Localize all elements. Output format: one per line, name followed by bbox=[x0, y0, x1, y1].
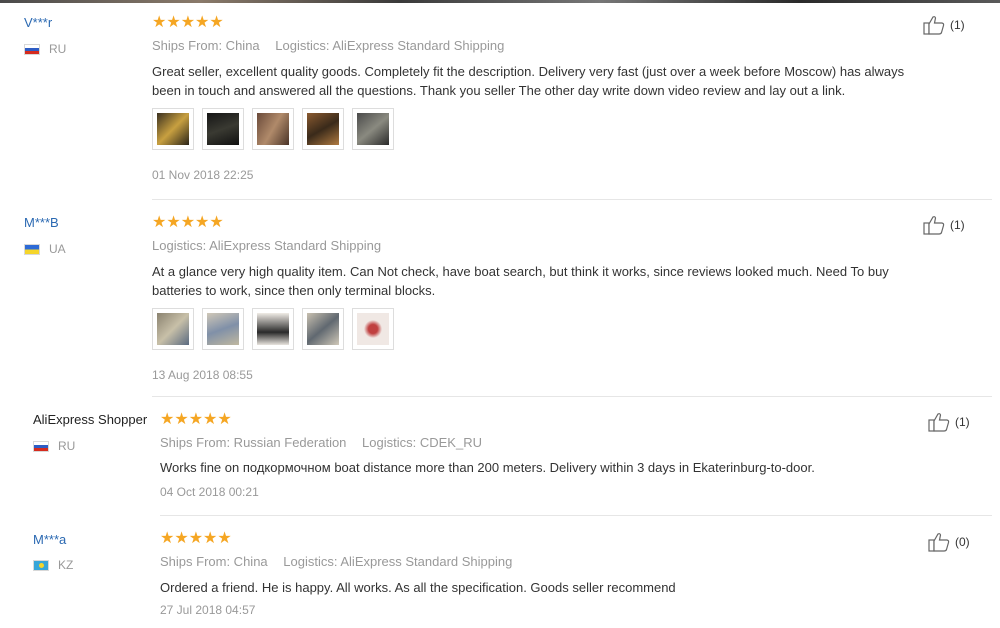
review-text-line: been in touch and answered all the quest… bbox=[152, 83, 846, 98]
review-text-line: Great seller, excellent quality goods. C… bbox=[152, 64, 905, 79]
like-count: (0) bbox=[955, 535, 970, 549]
like-count: (1) bbox=[950, 218, 965, 232]
logistics: Logistics: AliExpress Standard Shipping bbox=[283, 554, 513, 569]
like-button[interactable]: (1) bbox=[923, 215, 965, 235]
review-photo-thumb[interactable] bbox=[152, 108, 194, 150]
review-text: Great seller, excellent quality goods. C… bbox=[152, 62, 952, 100]
flag-kz-icon bbox=[33, 559, 49, 571]
logistics: Logistics: AliExpress Standard Shipping bbox=[275, 38, 505, 53]
thumbs-up-icon bbox=[928, 533, 950, 552]
review-divider bbox=[160, 515, 992, 516]
star-rating: ★★★★★ bbox=[160, 530, 232, 546]
top-image-strip bbox=[0, 0, 1000, 3]
review-photos bbox=[152, 308, 394, 350]
reviewer-country: RU bbox=[33, 439, 75, 453]
star-rating: ★★★★★ bbox=[160, 411, 232, 427]
like-button[interactable]: (0) bbox=[928, 532, 970, 552]
review-divider bbox=[152, 396, 992, 397]
review-text: At a glance very high quality item. Can … bbox=[152, 262, 952, 300]
review-photo-thumb[interactable] bbox=[302, 108, 344, 150]
review-photo-thumb[interactable] bbox=[252, 308, 294, 350]
review-meta: Logistics: AliExpress Standard Shipping bbox=[152, 238, 381, 253]
review-photo-thumb[interactable] bbox=[352, 108, 394, 150]
star-rating-value: ★★★★★ bbox=[160, 409, 232, 428]
ships-from: Ships From: Russian Federation bbox=[160, 435, 347, 450]
country-code: KZ bbox=[58, 558, 74, 572]
review-date: 27 Jul 2018 04:57 bbox=[160, 603, 256, 617]
review-photo-thumb[interactable] bbox=[152, 308, 194, 350]
like-button[interactable]: (1) bbox=[923, 15, 965, 35]
like-count: (1) bbox=[950, 18, 965, 32]
star-rating-value: ★★★★★ bbox=[160, 528, 232, 547]
review-text-line: At a glance very high quality item. Can … bbox=[152, 264, 889, 279]
reviewer-country: RU bbox=[24, 42, 66, 56]
review-text: Works fine on подкормочном boat distance… bbox=[160, 458, 960, 477]
review-photo-thumb[interactable] bbox=[202, 108, 244, 150]
flag-ru-icon bbox=[33, 440, 49, 452]
review-text: Ordered a friend. He is happy. All works… bbox=[160, 578, 960, 597]
ships-from: Ships From: China bbox=[160, 554, 268, 569]
review-photo-thumb[interactable] bbox=[252, 108, 294, 150]
review-photo-thumb[interactable] bbox=[352, 308, 394, 350]
review-date: 04 Oct 2018 00:21 bbox=[160, 485, 259, 499]
like-count: (1) bbox=[955, 415, 970, 429]
review-date: 01 Nov 2018 22:25 bbox=[152, 168, 254, 182]
reviewer-name[interactable]: V***r bbox=[24, 15, 52, 30]
country-code: RU bbox=[49, 42, 67, 56]
flag-ru-icon bbox=[24, 43, 40, 55]
review-meta: Ships From: China Logistics: AliExpress … bbox=[160, 554, 512, 569]
review-meta: Ships From: China Logistics: AliExpress … bbox=[152, 38, 504, 53]
review-meta: Ships From: Russian Federation Logistics… bbox=[160, 435, 482, 450]
logistics: Logistics: CDEK_RU bbox=[362, 435, 482, 450]
star-rating-value: ★★★★★ bbox=[152, 212, 224, 231]
reviewer-name[interactable]: M***a bbox=[33, 532, 66, 547]
country-code: RU bbox=[58, 439, 76, 453]
review-photo-thumb[interactable] bbox=[202, 308, 244, 350]
review-date: 13 Aug 2018 08:55 bbox=[152, 368, 253, 382]
ships-from: Ships From: China bbox=[152, 38, 260, 53]
like-button[interactable]: (1) bbox=[928, 412, 970, 432]
review-text-line: Ordered a friend. He is happy. All works… bbox=[160, 580, 676, 595]
thumbs-up-icon bbox=[923, 16, 945, 35]
review-photos bbox=[152, 108, 394, 150]
flag-ua-icon bbox=[24, 243, 40, 255]
reviewer-name: AliExpress Shopper bbox=[33, 412, 148, 427]
logistics: Logistics: AliExpress Standard Shipping bbox=[152, 238, 382, 253]
reviewer-country: UA bbox=[24, 242, 66, 256]
star-rating-value: ★★★★★ bbox=[152, 12, 224, 31]
review-text-line: Works fine on подкормочном boat distance… bbox=[160, 460, 815, 475]
reviewer-name[interactable]: M***B bbox=[24, 215, 59, 230]
review-divider bbox=[152, 199, 992, 200]
thumbs-up-icon bbox=[923, 216, 945, 235]
star-rating: ★★★★★ bbox=[152, 214, 224, 230]
star-rating: ★★★★★ bbox=[152, 14, 224, 30]
reviewer-country: KZ bbox=[33, 558, 73, 572]
review-photo-thumb[interactable] bbox=[302, 308, 344, 350]
country-code: UA bbox=[49, 242, 66, 256]
review-text-line: batteries to work, since then only termi… bbox=[152, 283, 436, 298]
thumbs-up-icon bbox=[928, 413, 950, 432]
